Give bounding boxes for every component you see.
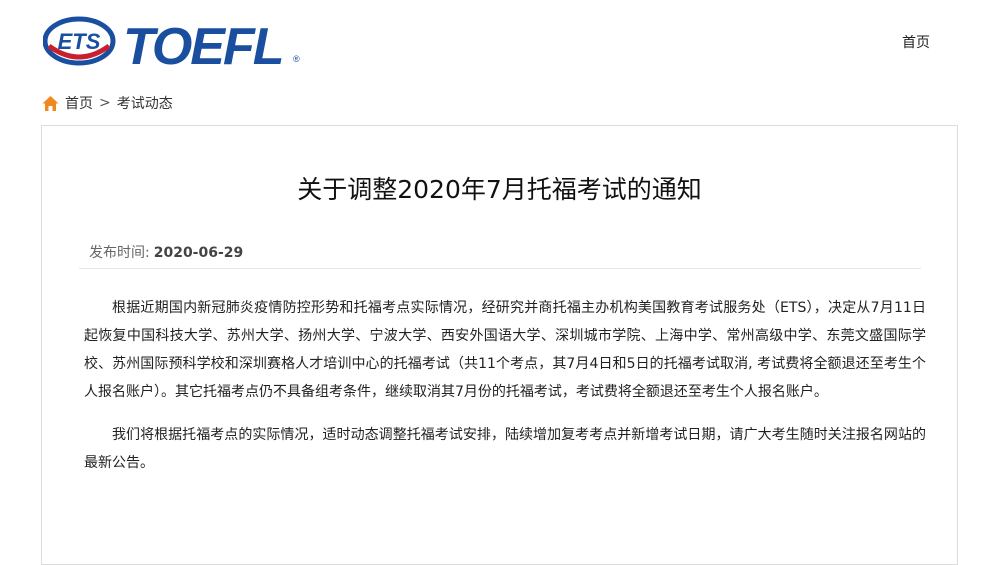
article-body: 根据近期国内新冠肺炎疫情防控形势和托福考点实际情况，经研究并商托福主办机构美国教… — [84, 294, 926, 492]
publish-date: 2020-06-29 — [153, 245, 244, 261]
nav-home-link[interactable]: 首页 — [902, 32, 930, 52]
publish-meta: 发布时间: 2020-06-29 — [89, 242, 243, 262]
meta-divider — [79, 268, 921, 269]
article-paragraph-2: 我们将根据托福考点的实际情况，适时动态调整托福考试安排，陆续增加复考考点并新增考… — [84, 427, 926, 471]
trademark-mark: ® — [293, 54, 300, 64]
home-icon — [42, 95, 59, 112]
breadcrumb-home-link[interactable]: 首页 — [65, 93, 93, 113]
site-header: ETS TOEFL ® 首页 — [0, 0, 997, 86]
article-title: 关于调整2020年7月托福考试的通知 — [297, 175, 702, 204]
ets-logo-text: ETS — [58, 29, 101, 54]
toefl-logo-text: TOEFL — [123, 18, 282, 72]
article-panel: 关于调整2020年7月托福考试的通知 发布时间: 2020-06-29 根据近期国… — [41, 125, 958, 565]
breadcrumb-current-link[interactable]: 考试动态 — [117, 93, 173, 113]
ets-toefl-logo[interactable]: ETS TOEFL ® — [43, 10, 303, 72]
breadcrumb: 首页 > 考试动态 — [42, 92, 173, 114]
publish-label: 发布时间: — [89, 245, 150, 261]
breadcrumb-separator: > — [99, 95, 111, 111]
article-paragraph-1: 根据近期国内新冠肺炎疫情防控形势和托福考点实际情况，经研究并商托福主办机构美国教… — [84, 300, 926, 400]
